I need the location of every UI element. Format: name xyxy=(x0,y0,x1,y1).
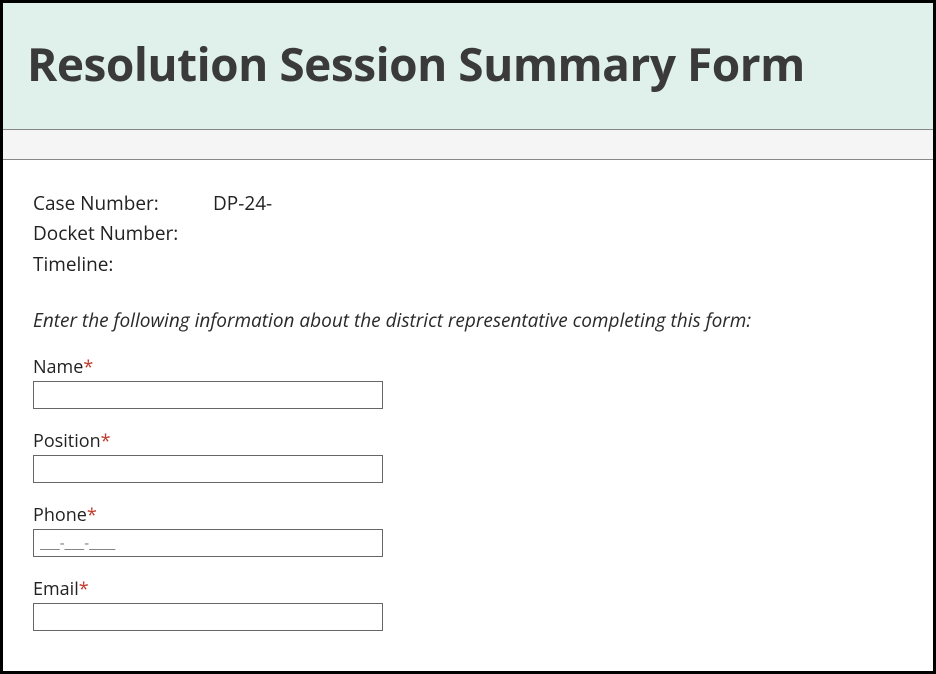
form-content: Case Number: DP-24- Docket Number: Timel… xyxy=(3,160,933,671)
email-label-text: Email xyxy=(33,577,79,601)
timeline-row: Timeline: xyxy=(33,249,903,279)
required-marker: * xyxy=(101,429,111,453)
form-header: Resolution Session Summary Form xyxy=(3,3,933,129)
docket-number-row: Docket Number: xyxy=(33,218,903,248)
position-label: Position* xyxy=(33,429,903,453)
position-field: Position* xyxy=(33,429,903,483)
phone-label: Phone* xyxy=(33,503,903,527)
case-info-block: Case Number: DP-24- Docket Number: Timel… xyxy=(33,188,903,279)
form-container: Resolution Session Summary Form Case Num… xyxy=(0,0,936,674)
sub-bar xyxy=(3,129,933,160)
position-label-text: Position xyxy=(33,429,101,453)
email-input[interactable] xyxy=(33,603,383,631)
email-label: Email* xyxy=(33,577,903,601)
required-marker: * xyxy=(87,503,97,527)
required-marker: * xyxy=(79,577,89,601)
phone-field: Phone* xyxy=(33,503,903,557)
case-number-label: Case Number: xyxy=(33,188,213,218)
name-label-text: Name xyxy=(33,355,83,379)
name-field: Name* xyxy=(33,355,903,409)
case-number-value: DP-24- xyxy=(213,188,272,218)
required-marker: * xyxy=(83,355,93,379)
phone-label-text: Phone xyxy=(33,503,87,527)
timeline-label: Timeline: xyxy=(33,249,213,279)
name-label: Name* xyxy=(33,355,903,379)
docket-number-label: Docket Number: xyxy=(33,218,213,248)
page-title: Resolution Session Summary Form xyxy=(27,33,909,95)
instruction-text: Enter the following information about th… xyxy=(33,307,903,333)
email-field: Email* xyxy=(33,577,903,631)
name-input[interactable] xyxy=(33,381,383,409)
position-input[interactable] xyxy=(33,455,383,483)
phone-input[interactable] xyxy=(33,529,383,557)
case-number-row: Case Number: DP-24- xyxy=(33,188,903,218)
